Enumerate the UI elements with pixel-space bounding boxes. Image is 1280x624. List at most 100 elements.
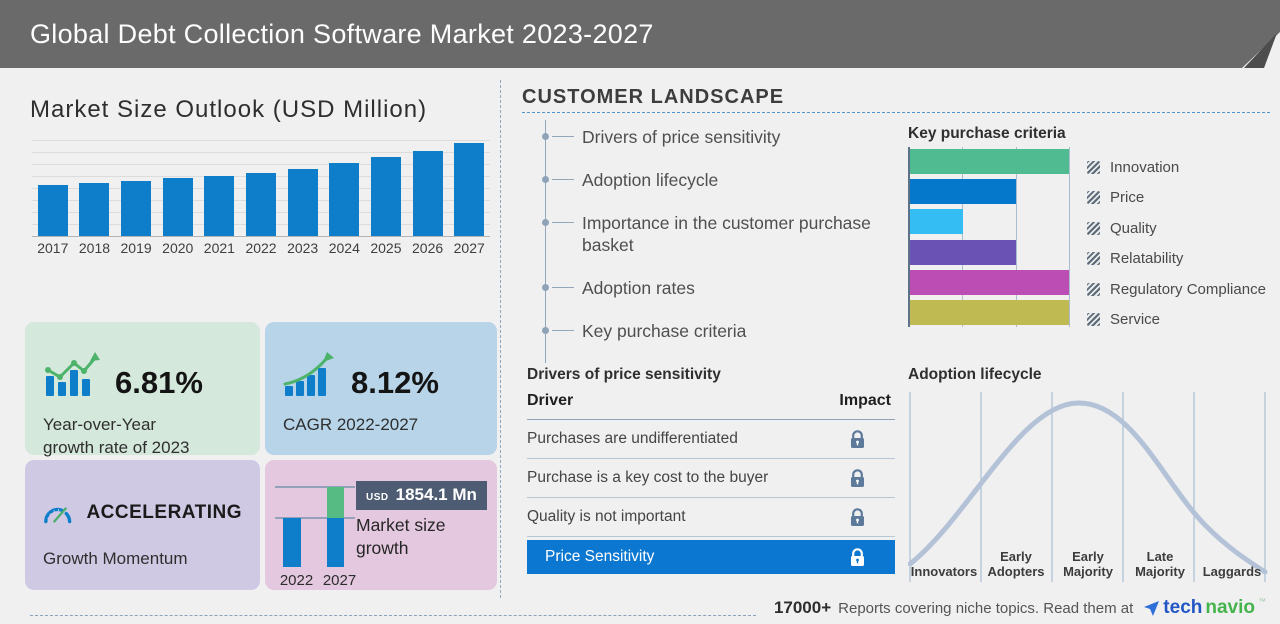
footer-text: Reports covering niche topics. Read them… <box>838 599 1134 617</box>
hatched-square-icon <box>1087 252 1100 266</box>
legend-item-service: Service <box>1087 305 1266 336</box>
lock-icon <box>851 547 864 566</box>
legend-item-price: Price <box>1087 183 1266 214</box>
lock-icon <box>851 507 864 526</box>
folded-corner-decoration <box>1242 32 1280 68</box>
bar-2023 <box>287 169 318 236</box>
highlight-label: Price Sensitivity <box>545 548 655 565</box>
market-size-title: Market Size Outlook (USD Million) <box>30 96 428 123</box>
speedometer-icon <box>44 507 72 524</box>
lock-icon <box>851 429 864 448</box>
usd-growth-badge: USD 1854.1 Mn <box>356 481 487 510</box>
bar-slot <box>199 140 241 236</box>
market-size-x-axis: 2017 2018 2019 2020 2021 2022 2023 2024 2025 2026… <box>32 240 490 256</box>
hatched-square-icon <box>1087 282 1100 296</box>
x-tick-2020: 2020 <box>162 240 194 256</box>
bar-2024 <box>329 163 360 236</box>
brand-suffix: navio <box>1205 597 1255 618</box>
bar-slot <box>74 140 116 236</box>
market-size-growth-card: 2022 2027 USD 1854.1 Mn Market size grow… <box>265 460 497 590</box>
legend-label: Innovation <box>1110 158 1180 176</box>
driver-label: Purchases are undifferentiated <box>527 430 738 447</box>
legend-item-relatability: Relatability <box>1087 244 1266 275</box>
growth-arrow-icon <box>283 352 334 396</box>
customer-landscape-title: CUSTOMER LANDSCAPE <box>522 86 785 108</box>
legend-item-quality: Quality <box>1087 213 1266 244</box>
bar-slot <box>115 140 157 236</box>
driver-row-2: Purchase is a key cost to the buyer <box>527 459 895 498</box>
legend-label: Regulatory Compliance <box>1110 280 1266 298</box>
x-tick-2027: 2027 <box>453 240 485 256</box>
bar-2022 <box>246 173 276 236</box>
market-size-bar-chart <box>32 140 490 237</box>
x-tick-2026: 2026 <box>412 240 444 256</box>
key-purchase-criteria-title: Key purchase criteria <box>908 125 1066 142</box>
hatched-square-icon <box>1087 313 1100 327</box>
mini-growth-chart <box>275 486 355 567</box>
header-bar: Global Debt Collection Software Market 2… <box>0 0 1280 68</box>
bar-slot <box>32 140 74 236</box>
yoy-growth-label: Year-over-Year growth rate of 2023 <box>43 415 190 457</box>
infographic-canvas: Global Debt Collection Software Market 2… <box>0 0 1280 624</box>
brand-prefix: tech <box>1163 597 1203 618</box>
page-title: Global Debt Collection Software Market 2… <box>30 18 654 49</box>
x-tick-2023: 2023 <box>287 240 319 256</box>
impact-cell <box>820 468 895 488</box>
bar-slot <box>157 140 199 236</box>
kpc-bar-regulatory-compliance <box>910 269 1069 295</box>
adoption-lifecycle-labels: Innovators Early Adopters Early Majority La… <box>908 532 1268 584</box>
bar-2027 <box>454 143 485 236</box>
legend-label: Quality <box>1110 219 1157 237</box>
hatched-square-icon <box>1087 160 1100 174</box>
legend-label: Price <box>1110 189 1145 207</box>
table-header: Driver Impact <box>527 392 895 420</box>
footer: 17000+ Reports covering niche topics. Re… <box>0 592 1280 624</box>
legend-label: Relatability <box>1110 250 1184 268</box>
cagr-card: 8.12% CAGR 2022-2027 <box>265 322 497 455</box>
x-tick-2024: 2024 <box>328 240 360 256</box>
kpc-bar-price <box>910 179 1016 205</box>
driver-label: Purchase is a key cost to the buyer <box>527 469 769 486</box>
driver-label: Quality is not important <box>527 508 686 525</box>
driver-row-3: Quality is not important <box>527 498 895 537</box>
legend-item-regulatory-compliance: Regulatory Compliance <box>1087 274 1266 305</box>
bar-slot <box>282 140 324 236</box>
impact-column-header: Impact <box>839 392 891 409</box>
bar-2017 <box>37 185 68 236</box>
kpc-bar-quality <box>910 209 963 235</box>
x-tick-2022: 2022 <box>245 240 277 256</box>
x-tick-2021: 2021 <box>203 240 235 256</box>
stage-innovators: Innovators <box>910 564 978 580</box>
stage-early-majority: Early Majority <box>1063 549 1113 580</box>
bar-2018 <box>79 183 110 236</box>
badge-amount: 1854.1 Mn <box>395 485 477 504</box>
bar-slot <box>407 140 449 236</box>
landscape-item-3: Importance in the customer purchase bask… <box>542 212 912 258</box>
x-tick-2019: 2019 <box>120 240 152 256</box>
stage-early-adopters: Early Adopters <box>987 549 1045 580</box>
vertical-separator <box>500 80 501 598</box>
bar-2020 <box>162 178 193 236</box>
kpc-bar-service <box>910 299 1069 325</box>
stage-laggards: Laggards <box>1202 564 1262 580</box>
lock-icon <box>851 468 864 487</box>
cagr-label: CAGR 2022-2027 <box>283 415 419 434</box>
bar-2025 <box>370 157 401 236</box>
bar-slot <box>365 140 407 236</box>
hatched-square-icon <box>1087 221 1100 235</box>
momentum-label: Growth Momentum <box>43 549 188 568</box>
mini-year-start: 2022 <box>279 572 314 589</box>
landscape-item-4: Adoption rates <box>542 277 912 300</box>
cagr-value: 8.12% <box>351 365 439 400</box>
hatched-square-icon <box>1087 191 1100 205</box>
bar-slot <box>448 140 490 236</box>
bar-slot <box>240 140 282 236</box>
technavio-arrow-icon <box>1144 600 1160 616</box>
market-size-panel: Market Size Outlook (USD Million) 2017 20… <box>10 78 497 600</box>
price-sensitivity-highlight-row: Price Sensitivity <box>527 540 895 574</box>
impact-cell <box>820 429 895 449</box>
report-count: 17000+ <box>773 598 832 617</box>
technavio-logo[interactable]: tech navio ™ <box>1143 597 1266 619</box>
kpc-bars <box>910 147 1072 327</box>
bar-slot <box>323 140 365 236</box>
